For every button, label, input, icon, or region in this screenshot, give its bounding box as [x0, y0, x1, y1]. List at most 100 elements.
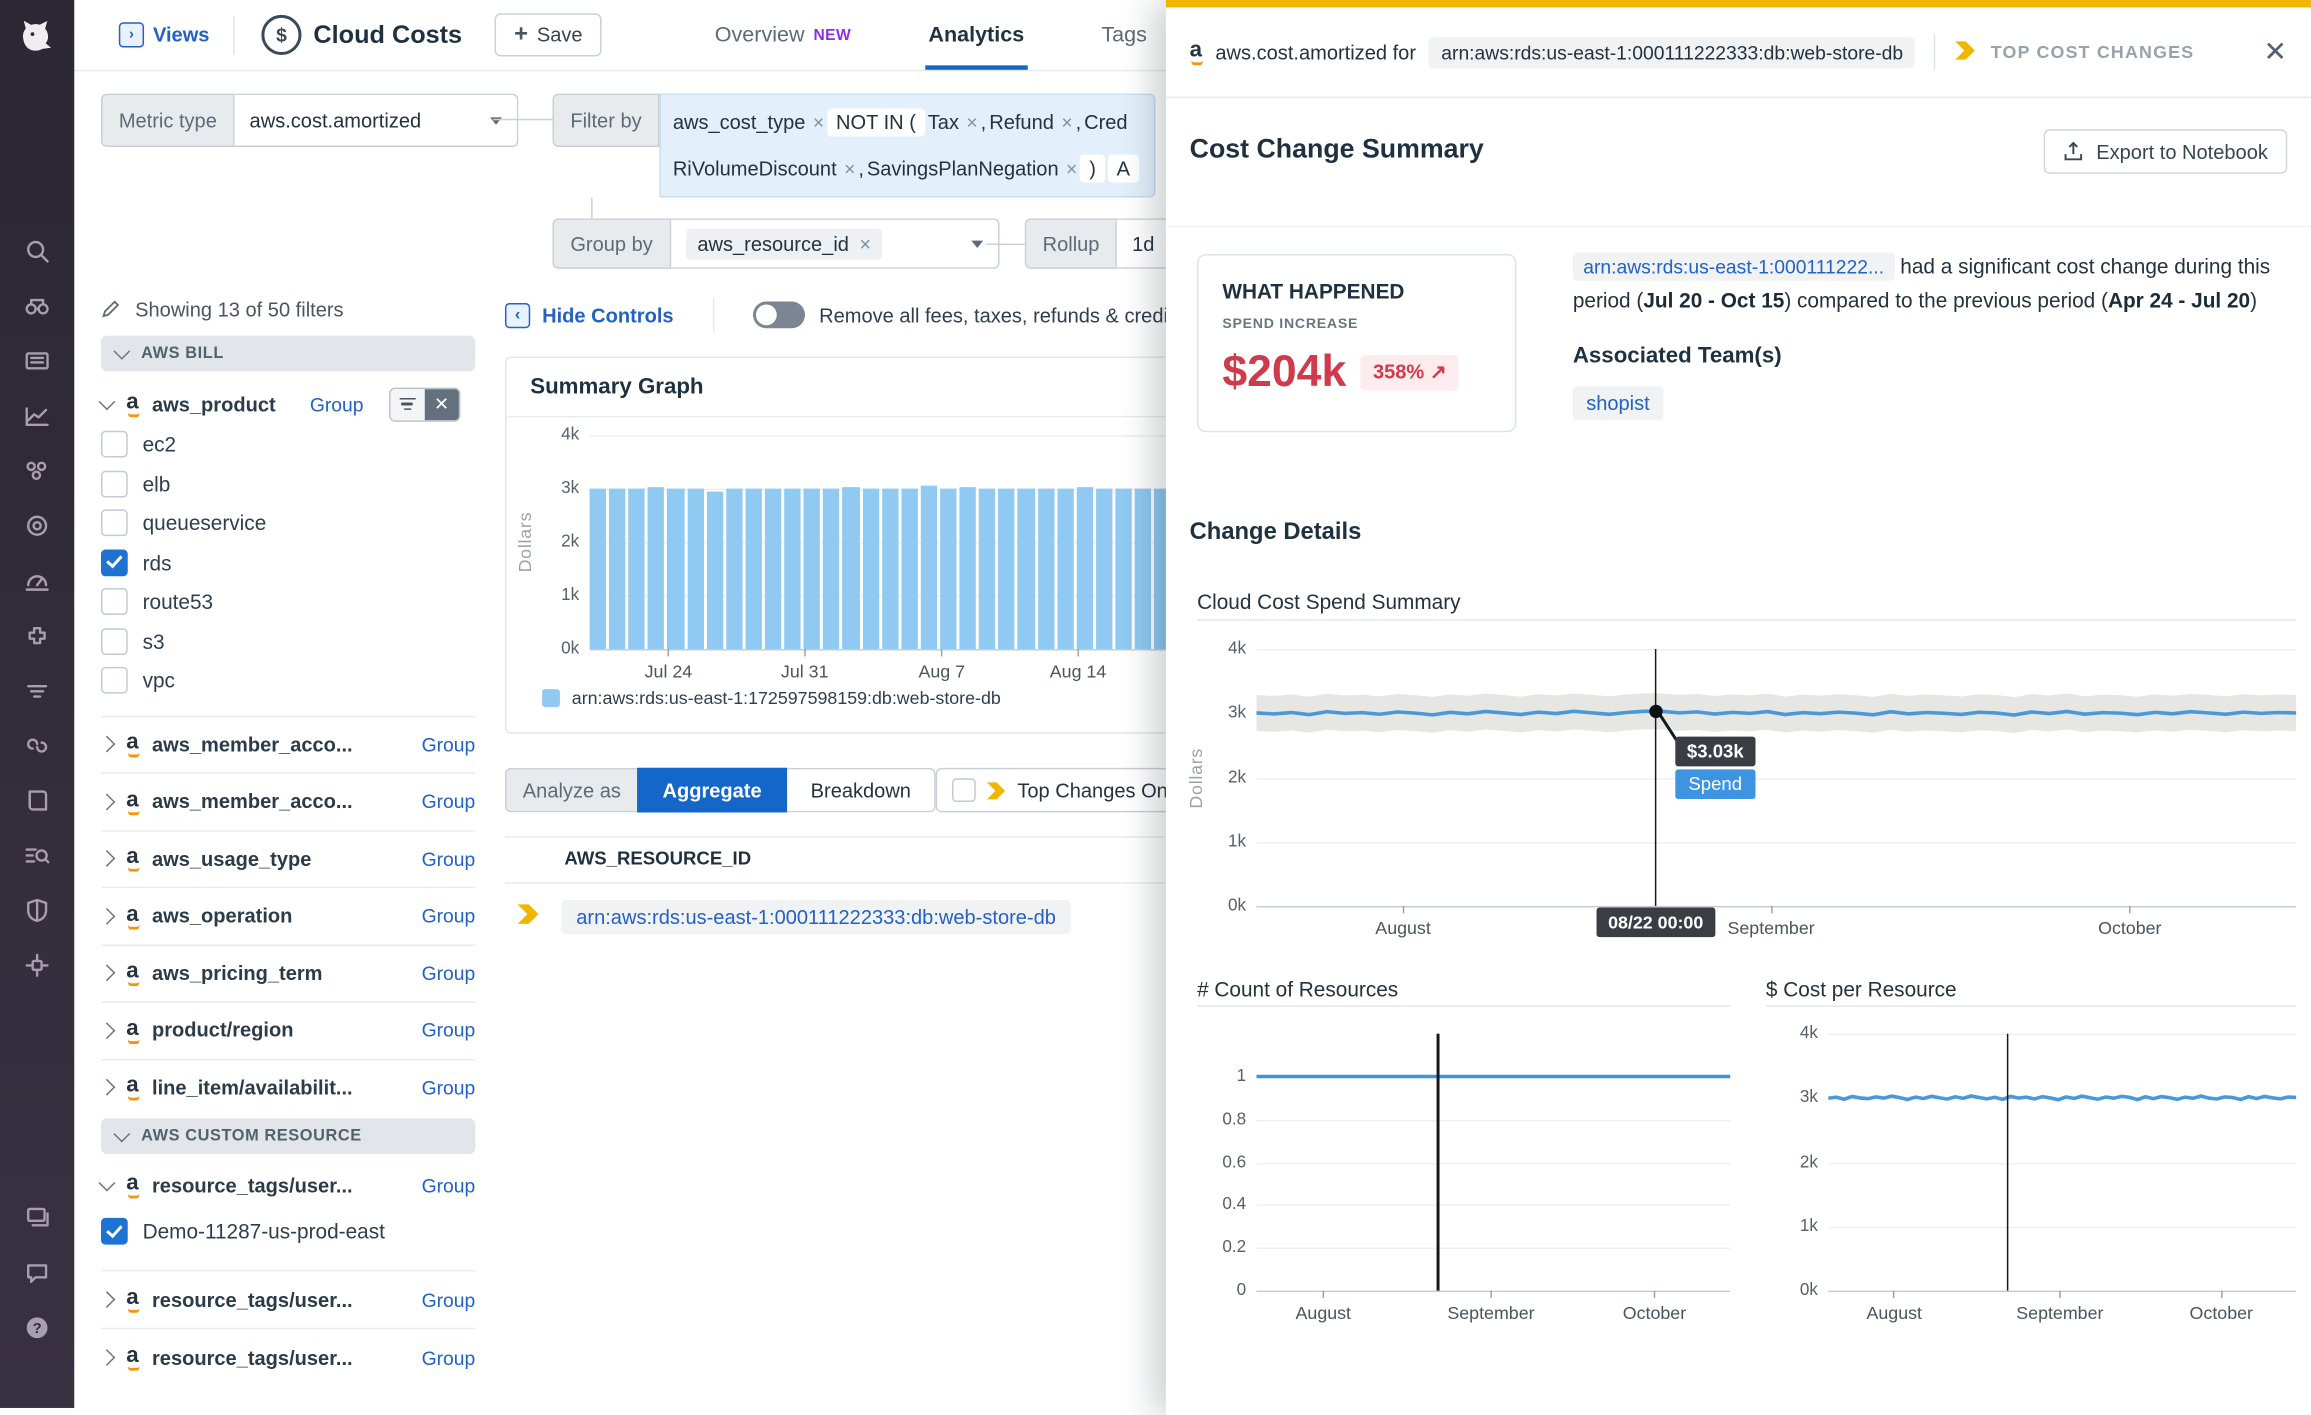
- checkbox-row[interactable]: queueservice: [101, 503, 475, 542]
- filter-group-collapsed[interactable]: a line_item/availabilit... Group: [101, 1060, 475, 1116]
- tab-analytics[interactable]: Analytics: [890, 0, 1063, 70]
- checkbox[interactable]: [101, 589, 128, 616]
- feedback-chat-icon[interactable]: [21, 1256, 54, 1289]
- remove-icon[interactable]: ×: [1061, 111, 1072, 133]
- filter-group-collapsed[interactable]: a resource_tags/user... Group: [101, 1329, 475, 1385]
- filter-group-collapsed[interactable]: a product/region Group: [101, 1003, 475, 1060]
- top-cost-changes-icon: [1955, 39, 1977, 64]
- table-column-header[interactable]: AWS_RESOURCE_ID: [564, 848, 751, 869]
- close-icon[interactable]: ✕: [2264, 38, 2288, 66]
- group-link[interactable]: Group: [422, 848, 476, 870]
- checkbox-row[interactable]: elb: [101, 464, 475, 503]
- datadog-logo-icon[interactable]: [10, 9, 63, 62]
- arn-short-pill[interactable]: arn:aws:rds:us-east-1:000111222...: [1573, 252, 1895, 280]
- save-button[interactable]: + Save: [495, 13, 602, 56]
- checkbox-checked[interactable]: [101, 549, 128, 576]
- watchdog-icon[interactable]: [21, 290, 54, 323]
- remove-icon[interactable]: ×: [966, 111, 977, 133]
- group-link[interactable]: Group: [422, 1346, 476, 1368]
- group-link[interactable]: Group: [422, 733, 476, 755]
- clear-filter-button[interactable]: ✕: [424, 388, 458, 419]
- filter-group-collapsed[interactable]: a aws_pricing_term Group: [101, 945, 475, 1002]
- logs-icon[interactable]: [21, 345, 54, 378]
- filter-actions: ✕: [389, 387, 460, 421]
- checkbox[interactable]: [101, 431, 128, 458]
- chevron-down-icon[interactable]: [99, 1175, 116, 1192]
- filter-group-collapsed[interactable]: a aws_usage_type Group: [101, 831, 475, 888]
- checkbox[interactable]: [952, 778, 976, 802]
- filters-summary: Showing 13 of 50 filters: [101, 293, 475, 326]
- group-link[interactable]: Group: [422, 1174, 476, 1196]
- filter-group-collapsed[interactable]: a aws_member_acco... Group: [101, 774, 475, 831]
- table-row[interactable]: arn:aws:rds:us-east-1:000111222333:db:we…: [517, 891, 1071, 941]
- checkbox[interactable]: [101, 510, 128, 537]
- integrations-icon[interactable]: [21, 619, 54, 652]
- chart-title: Cloud Cost Spend Summary: [1197, 590, 1461, 614]
- filter-group-collapsed[interactable]: a aws_operation Group: [101, 888, 475, 945]
- x-axis: AugustSeptemberOctober: [1256, 1291, 1730, 1341]
- infrastructure-icon[interactable]: [21, 454, 54, 487]
- metric-type-control[interactable]: Metric type aws.cost.amortized: [101, 94, 518, 147]
- checkbox-row[interactable]: Demo-11287-us-prod-east: [101, 1210, 475, 1252]
- group-link[interactable]: Group: [310, 393, 364, 415]
- notebooks-icon[interactable]: [21, 784, 54, 817]
- checkbox[interactable]: [101, 628, 128, 655]
- export-to-notebook-button[interactable]: Export to Notebook: [2044, 129, 2287, 174]
- remove-icon[interactable]: ×: [813, 111, 824, 133]
- group-link[interactable]: Group: [422, 1019, 476, 1041]
- checkbox-row[interactable]: s3: [101, 622, 475, 661]
- panel-badge: TOP COST CHANGES: [1991, 42, 2195, 63]
- service-management-icon[interactable]: [21, 729, 54, 762]
- rollup-label: Rollup: [1025, 218, 1118, 268]
- team-pill[interactable]: shopist: [1573, 386, 1663, 420]
- remove-icon[interactable]: ×: [1066, 157, 1077, 179]
- filter-group-collapsed[interactable]: a aws_member_acco... Group: [101, 717, 475, 774]
- chevron-down-icon[interactable]: [99, 393, 116, 410]
- metrics-icon[interactable]: [21, 400, 54, 433]
- checkbox-row[interactable]: route53: [101, 582, 475, 621]
- remove-icon[interactable]: ×: [859, 232, 871, 254]
- filter-icon-button[interactable]: [390, 388, 424, 419]
- displays-icon[interactable]: [21, 1202, 54, 1235]
- security-icon[interactable]: [21, 894, 54, 927]
- aws-icon: a: [126, 903, 138, 930]
- workflows-icon[interactable]: [21, 949, 54, 982]
- group-by-value-pill[interactable]: aws_resource_id ×: [685, 228, 882, 259]
- aggregate-button[interactable]: Aggregate: [637, 768, 787, 813]
- section-aws-custom-resource[interactable]: AWS CUSTOM RESOURCE: [101, 1118, 475, 1154]
- group-link[interactable]: Group: [422, 790, 476, 812]
- group-link[interactable]: Group: [422, 1076, 476, 1098]
- apm-icon[interactable]: [21, 509, 54, 542]
- ci-pipelines-icon[interactable]: [21, 674, 54, 707]
- dashboards-icon[interactable]: [21, 564, 54, 597]
- new-badge: NEW: [813, 26, 851, 44]
- filter-group-collapsed[interactable]: a resource_tags/user... Group: [101, 1271, 475, 1329]
- tab-overview[interactable]: Overview NEW: [676, 0, 890, 70]
- group-by-select[interactable]: aws_resource_id ×: [671, 218, 999, 268]
- llm-observability-icon[interactable]: [21, 839, 54, 872]
- checkbox-row[interactable]: vpc: [101, 661, 475, 700]
- group-link[interactable]: Group: [422, 905, 476, 927]
- panel-arn-pill[interactable]: arn:aws:rds:us-east-1:000111222333:db:we…: [1429, 36, 1915, 67]
- resource-arn-pill[interactable]: arn:aws:rds:us-east-1:000111222333:db:we…: [561, 899, 1070, 933]
- group-link[interactable]: Group: [422, 962, 476, 984]
- checkbox-row[interactable]: rds: [101, 543, 475, 582]
- metric-type-select[interactable]: aws.cost.amortized: [235, 94, 519, 147]
- help-icon[interactable]: ?: [21, 1311, 54, 1344]
- checkbox[interactable]: [101, 470, 128, 497]
- checkbox-checked[interactable]: [101, 1218, 128, 1245]
- chart-legend[interactable]: arn:aws:rds:us-east-1:172597598159:db:we…: [542, 688, 1001, 709]
- remove-icon[interactable]: ×: [844, 157, 855, 179]
- remove-fees-toggle[interactable]: [752, 301, 804, 328]
- section-aws-bill[interactable]: AWS BILL: [101, 336, 475, 372]
- group-link[interactable]: Group: [422, 1288, 476, 1310]
- hide-controls-button[interactable]: ‹ Hide Controls: [505, 302, 674, 327]
- search-icon[interactable]: [21, 235, 54, 268]
- breakdown-button[interactable]: Breakdown: [787, 768, 936, 813]
- checkbox-row[interactable]: ec2: [101, 425, 475, 464]
- views-button[interactable]: › Views: [119, 22, 210, 47]
- filter-expression[interactable]: aws_cost_type× NOT IN ( Tax× , Refund× ,…: [659, 94, 1155, 198]
- group-by-control[interactable]: Group by aws_resource_id ×: [552, 218, 998, 268]
- checkbox[interactable]: [101, 667, 128, 694]
- top-changes-only-control[interactable]: Top Changes Only: [936, 768, 1199, 813]
